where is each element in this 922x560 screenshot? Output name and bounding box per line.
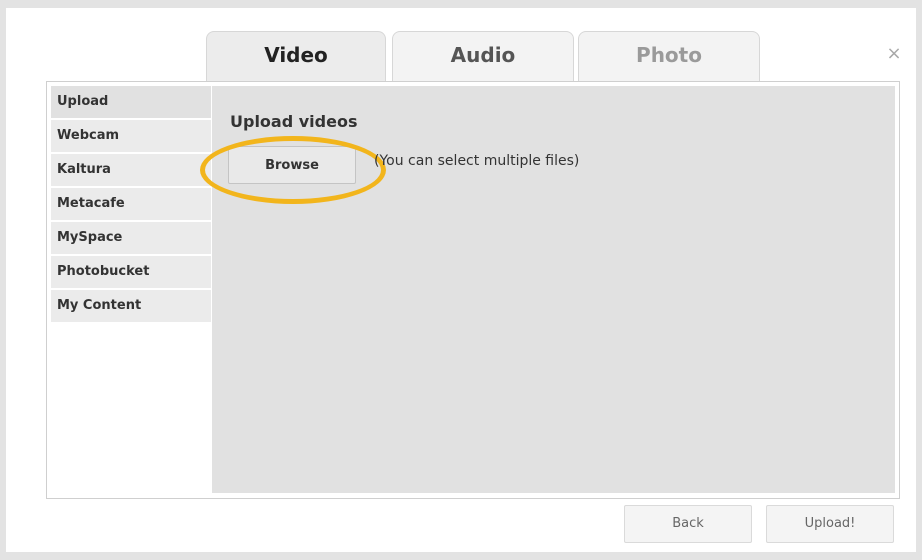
close-icon[interactable]: × xyxy=(884,44,904,64)
highlight-circle xyxy=(200,136,386,204)
sidebar-item-myspace[interactable]: MySpace xyxy=(51,222,211,256)
back-button[interactable]: Back xyxy=(624,505,752,543)
upload-button[interactable]: Upload! xyxy=(766,505,894,543)
sidebar-item-my-content[interactable]: My Content xyxy=(51,290,211,324)
sidebar-item-webcam[interactable]: Webcam xyxy=(51,120,211,154)
tab-video[interactable]: Video xyxy=(206,31,386,85)
upload-content: Upload videos Browse (You can select mul… xyxy=(200,86,895,493)
upload-panel: Upload Webcam Kaltura Metacafe MySpace P… xyxy=(46,81,900,499)
sidebar-item-upload[interactable]: Upload xyxy=(51,86,211,120)
tab-audio[interactable]: Audio xyxy=(392,31,574,84)
sidebar-item-kaltura[interactable]: Kaltura xyxy=(51,154,211,188)
source-sidebar: Upload Webcam Kaltura Metacafe MySpace P… xyxy=(51,86,211,324)
sidebar-item-metacafe[interactable]: Metacafe xyxy=(51,188,211,222)
multiple-files-hint: (You can select multiple files) xyxy=(374,153,580,169)
sidebar-item-photobucket[interactable]: Photobucket xyxy=(51,256,211,290)
media-upload-dialog: Video Audio Photo × Upload Webcam Kaltur… xyxy=(6,8,916,552)
upload-heading: Upload videos xyxy=(230,112,358,131)
tab-photo[interactable]: Photo xyxy=(578,31,760,84)
